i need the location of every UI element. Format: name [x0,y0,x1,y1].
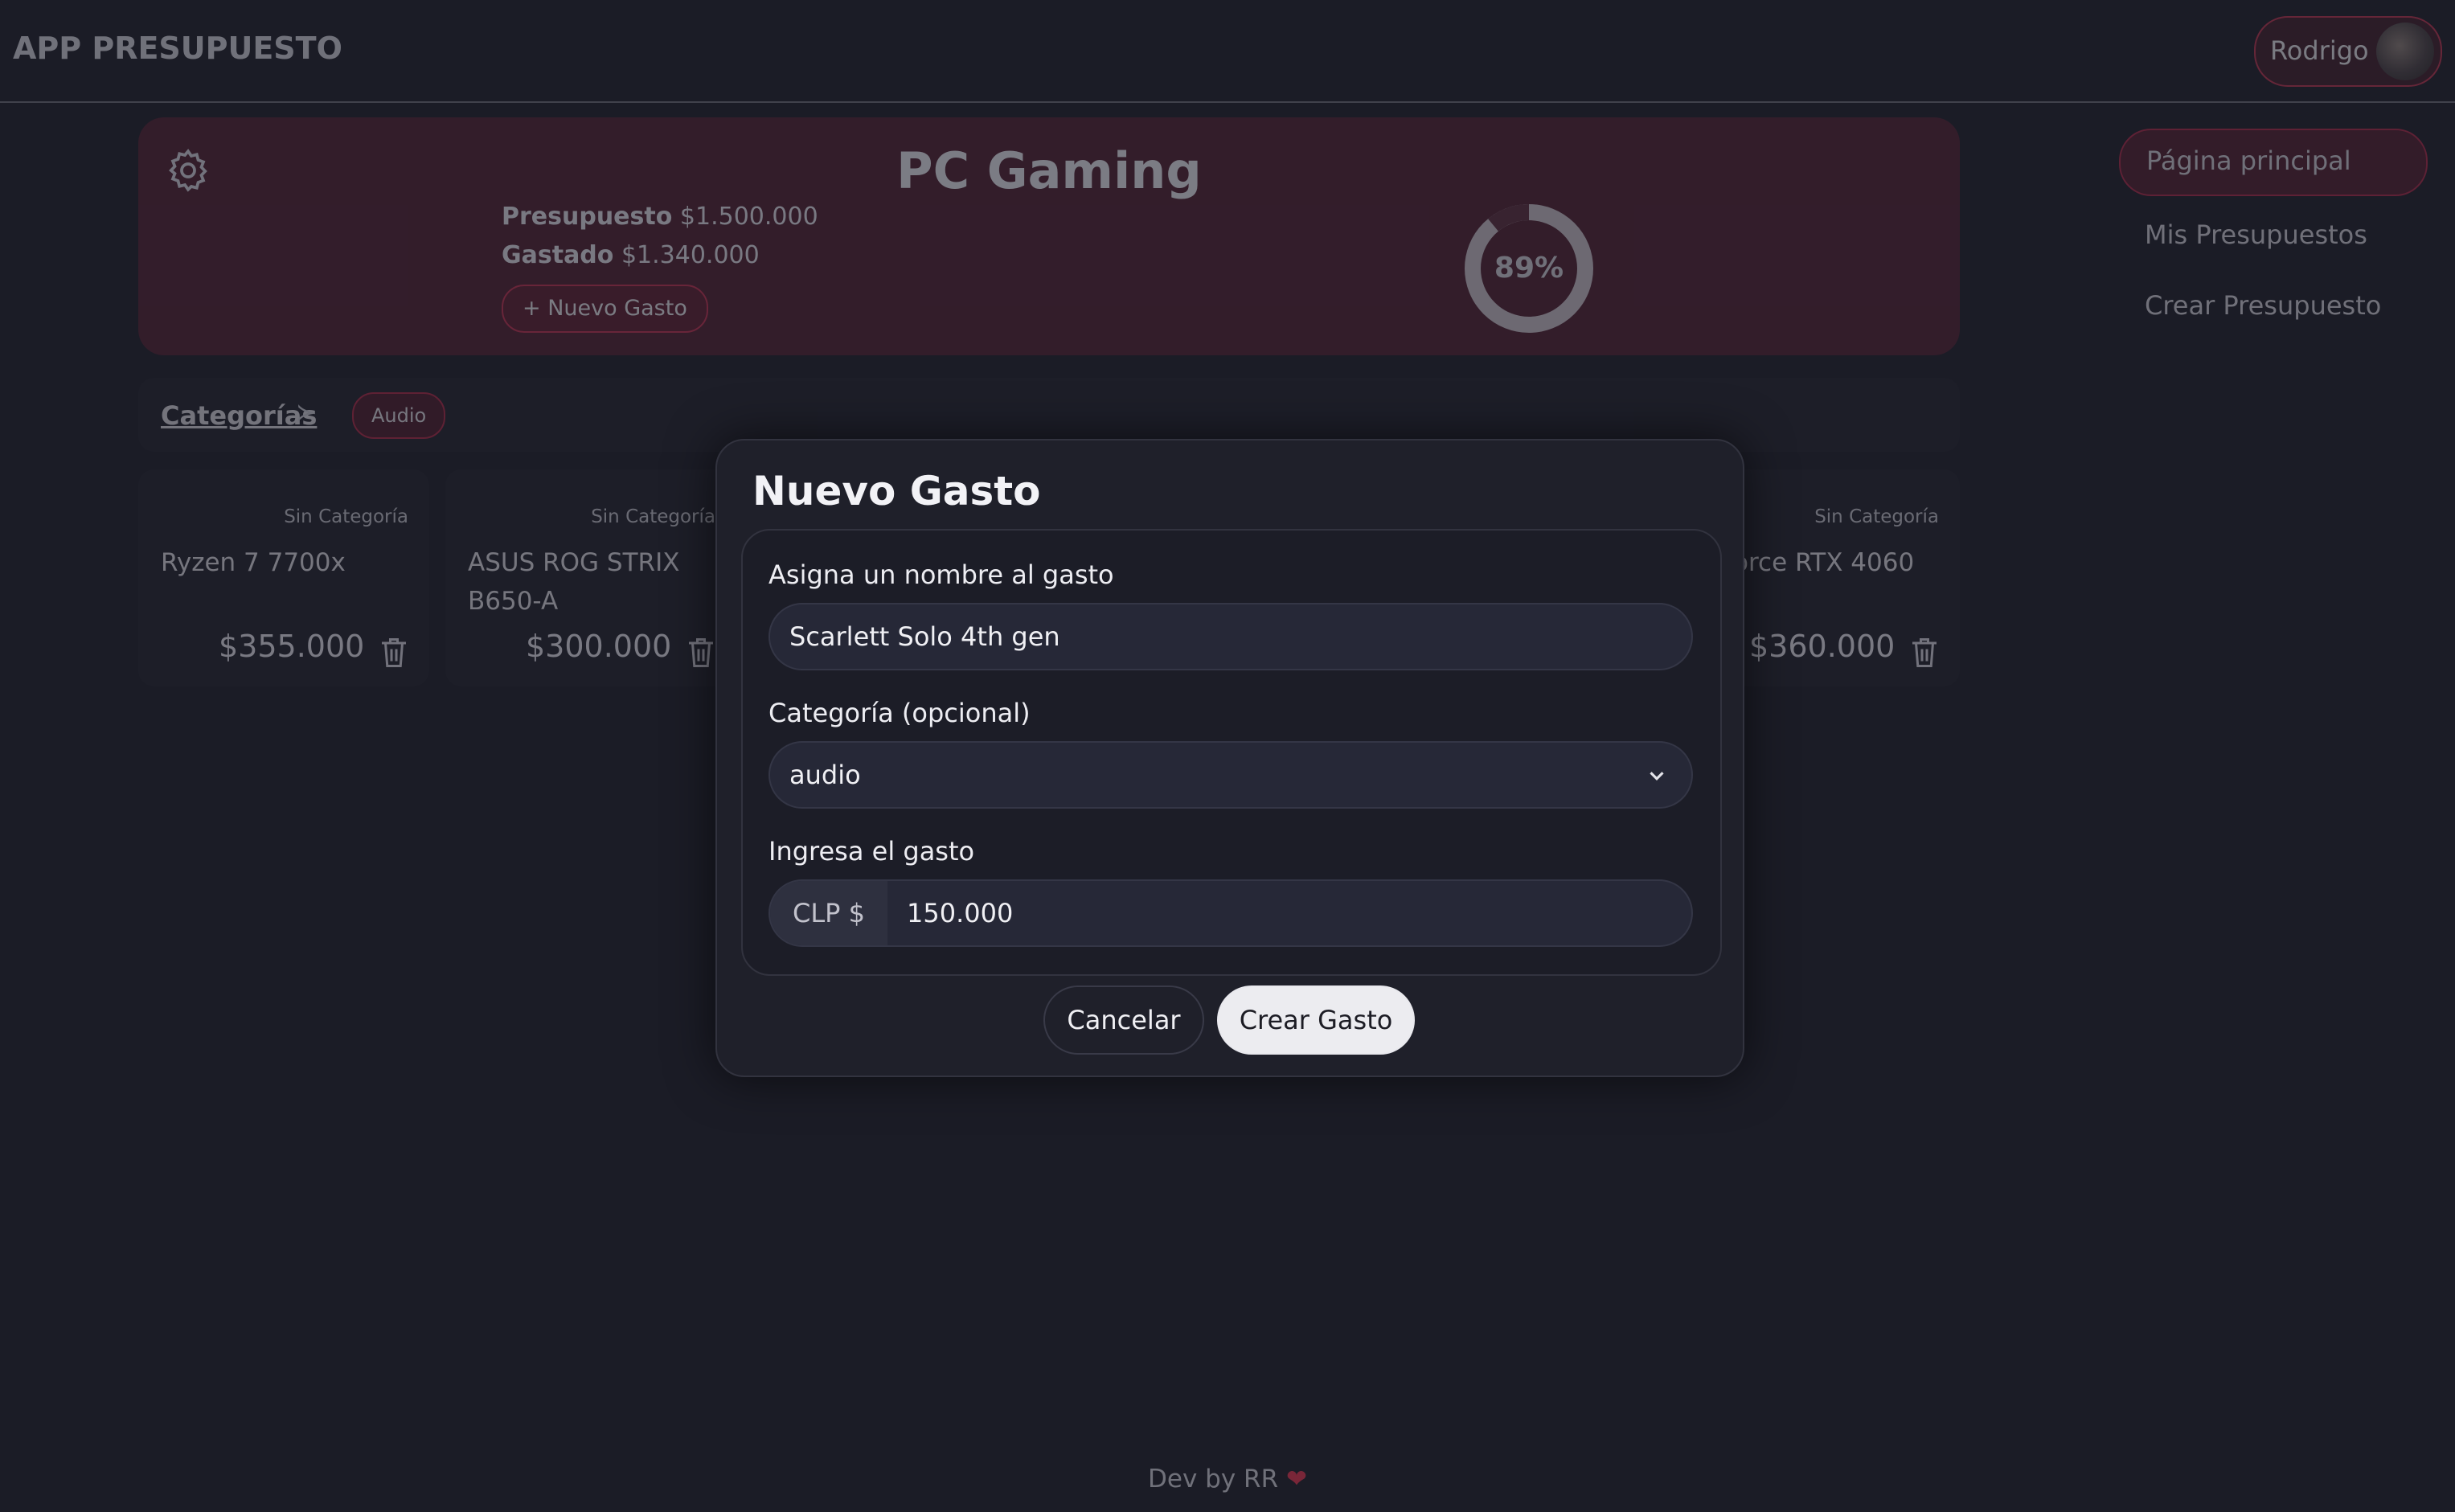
footer: Dev by RR ❤ [0,1465,2455,1494]
category-select-value: audio [789,760,861,790]
user-menu-button[interactable]: Rodrigo [2254,16,2442,87]
progress-percent: 89% [1494,252,1564,285]
modal-title: Nuevo Gasto [752,468,1041,514]
category-select[interactable]: audio [768,741,1693,809]
expense-name-value: Scarlett Solo 4th gen [789,621,1060,652]
amount-input[interactable]: CLP $ 150.000 [768,879,1693,947]
expense-name: orce RTX 4060 [1733,548,1915,577]
sidebar-item-crear-presupuesto[interactable]: Crear Presupuesto [2119,273,2428,338]
expense-category: Sin Categoría [284,506,408,527]
expense-form: Asigna un nombre al gasto Scarlett Solo … [741,529,1722,976]
category-field-label: Categoría (opcional) [768,698,1031,728]
sidebar-nav: Página principal Mis Presupuestos Crear … [2119,129,2428,344]
spent-amount: Gastado $1.340.000 [502,241,760,269]
cancel-button[interactable]: Cancelar [1043,985,1204,1055]
avatar [2376,23,2434,80]
name-field-label: Asigna un nombre al gasto [768,559,1114,590]
trash-icon[interactable] [379,637,408,669]
expense-category: Sin Categoría [1814,506,1939,527]
expense-amount: $355.000 [219,629,365,664]
currency-prefix: CLP $ [770,881,887,945]
amount-value: 150.000 [907,898,1014,928]
expense-amount: $360.000 [1749,629,1896,664]
sidebar-item-mis-presupuestos[interactable]: Mis Presupuestos [2119,203,2428,267]
budget-label: Presupuesto [502,203,673,231]
top-navbar: APP PRESUPUESTO Rodrigo [0,0,2455,103]
spent-label: Gastado [502,241,614,269]
new-expense-modal: Nuevo Gasto Asigna un nombre al gasto Sc… [715,439,1744,1077]
budget-summary-card: PC Gaming Presupuesto $1.500.000 Gastado… [138,117,1960,355]
expense-card: Sin Categoría ASUS ROG STRIX B650-A $300… [445,469,736,686]
app-brand[interactable]: APP PRESUPUESTO [13,31,342,66]
expense-name: ASUS ROG STRIX B650-A [468,548,680,616]
budget-title: PC Gaming [896,141,1202,200]
budget-value: $1.500.000 [679,203,818,231]
budget-progress-ring: 89% [1461,201,1596,336]
footer-text: Dev by RR [1148,1465,1279,1494]
budget-amount: Presupuesto $1.500.000 [502,203,818,231]
expense-card: Sin Categoría Ryzen 7 7700x $355.000 [138,469,429,686]
amount-field-label: Ingresa el gasto [768,836,975,867]
spent-value: $1.340.000 [621,241,760,269]
user-name: Rodrigo [2270,35,2369,66]
expense-name: Ryzen 7 7700x [161,548,346,577]
expense-category: Sin Categoría [591,506,715,527]
sidebar-item-pagina-principal[interactable]: Página principal [2119,129,2428,196]
expense-name-input[interactable]: Scarlett Solo 4th gen [768,603,1693,670]
trash-icon[interactable] [1910,637,1939,669]
create-expense-button[interactable]: Crear Gasto [1217,985,1415,1055]
trash-icon[interactable] [686,637,715,669]
heart-icon: ❤ [1285,1465,1307,1494]
new-expense-button[interactable]: + Nuevo Gasto [502,285,708,333]
chevron-down-icon [1650,772,1664,781]
categories-link[interactable]: Categorías [161,400,317,431]
expense-amount: $300.000 [526,629,672,664]
category-chip-audio[interactable]: Audio [352,392,446,439]
chevron-right-icon: ≻ [296,399,317,427]
